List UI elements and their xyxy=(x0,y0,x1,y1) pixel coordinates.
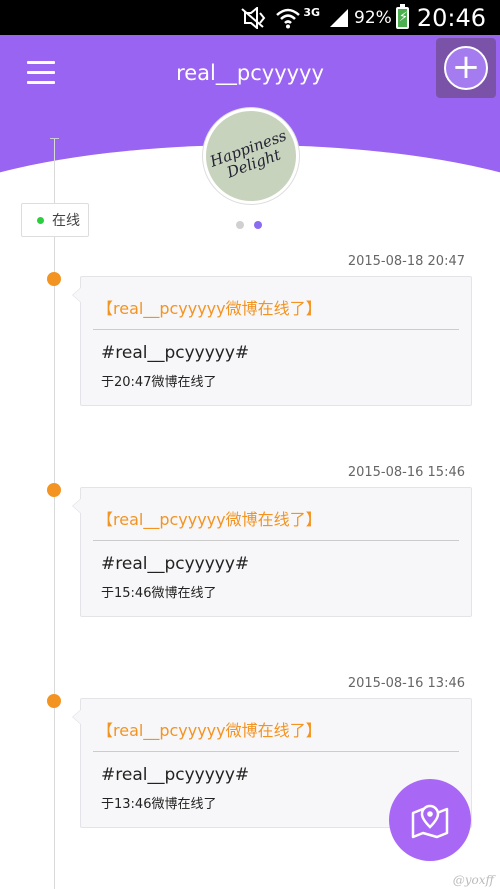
add-button[interactable]: + xyxy=(436,38,496,98)
carousel-dot-2[interactable] xyxy=(254,221,262,229)
mute-icon xyxy=(239,6,267,29)
card-divider xyxy=(93,329,459,330)
battery-percent: 92% xyxy=(354,7,392,28)
online-status-label: 在线 xyxy=(52,213,80,229)
status-time: 20:46 xyxy=(416,3,486,32)
entry-hashtag[interactable]: #real__pcyyyyy# xyxy=(101,554,249,574)
card-divider xyxy=(93,540,459,541)
entry-body: 于13:46微博在线了 xyxy=(101,797,217,812)
map-button[interactable] xyxy=(389,779,471,861)
online-dot-icon xyxy=(37,216,44,224)
wifi-icon xyxy=(275,7,301,29)
entry-hashtag[interactable]: #real__pcyyyyy# xyxy=(101,765,249,785)
watermark: @yoxff xyxy=(452,873,494,887)
entry-body: 于20:47微博在线了 xyxy=(101,375,217,390)
card-divider xyxy=(93,751,459,752)
timeline-line xyxy=(54,138,55,889)
avatar-text: Happiness Delight xyxy=(207,126,289,182)
entry-card[interactable]: 【real__pcyyyyy微博在线了】 #real__pcyyyyy# 于20… xyxy=(72,276,472,406)
timeline-dot xyxy=(47,483,61,497)
timeline-dot xyxy=(47,272,61,286)
battery-charging-icon: ⚡ xyxy=(395,3,409,29)
page-title: real__pcyyyyy xyxy=(176,61,324,85)
carousel-dot-1[interactable] xyxy=(236,221,244,229)
entry-timestamp: 2015-08-16 13:46 xyxy=(347,676,465,691)
plus-icon: + xyxy=(444,46,488,90)
network-type: 3G xyxy=(303,6,321,19)
carousel-dots xyxy=(236,221,272,229)
entry-title: 【real__pcyyyyy微博在线了】 xyxy=(97,721,322,740)
entry-card[interactable]: 【real__pcyyyyy微博在线了】 #real__pcyyyyy# 于15… xyxy=(72,487,472,617)
status-bar: 3G 92% ⚡ 20:46 xyxy=(0,0,500,35)
entry-title: 【real__pcyyyyy微博在线了】 xyxy=(97,299,322,318)
entry-body: 于15:46微博在线了 xyxy=(101,586,217,601)
online-status-badge: 在线 xyxy=(21,203,89,237)
entry-title: 【real__pcyyyyy微博在线了】 xyxy=(97,510,322,529)
signal-icon xyxy=(328,7,350,29)
entry-timestamp: 2015-08-16 15:46 xyxy=(347,465,465,480)
timeline-dot xyxy=(47,694,61,708)
timeline-cap xyxy=(50,138,59,139)
map-pin-icon xyxy=(411,804,449,839)
entry-timestamp: 2015-08-18 20:47 xyxy=(347,254,465,269)
entry-hashtag[interactable]: #real__pcyyyyy# xyxy=(101,343,249,363)
avatar[interactable]: Happiness Delight xyxy=(203,108,299,204)
